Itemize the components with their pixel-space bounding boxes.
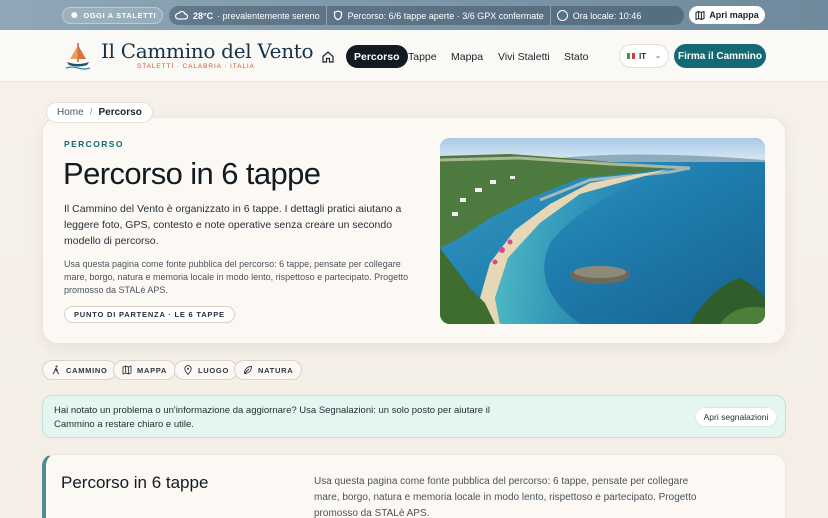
tag-luogo-label: LUOGO: [198, 365, 229, 375]
route-status: Percorso: 6/6 tappe aperte · 3/6 GPX con…: [325, 6, 550, 25]
local-time: Ora locale: 10:46: [549, 6, 648, 25]
map-icon: [122, 365, 132, 375]
tag-luogo[interactable]: LUOGO: [174, 360, 238, 380]
home-icon[interactable]: [321, 50, 335, 63]
breadcrumb: Home / Percorso: [46, 102, 153, 123]
section-body: Usa questa pagina come fonte pubblica de…: [314, 476, 697, 518]
language-select[interactable]: IT ⌄: [619, 44, 669, 68]
open-reports-button[interactable]: Apri segnalazioni: [695, 407, 777, 427]
walker-icon: [52, 365, 60, 375]
hero-body: Usa questa pagina come fonte pubblica de…: [64, 259, 409, 295]
language-label: IT: [639, 51, 647, 61]
top-status-bar: ✺ OGGI A STALETTI 28°C · prevalentemente…: [0, 0, 828, 30]
weather-temp: 28°C: [193, 10, 214, 21]
hero-lead: Il Cammino del Vento è organizzato in 6 …: [64, 203, 402, 247]
tag-natura[interactable]: NATURA: [234, 360, 303, 380]
site-header: Il Cammino del Vento STALETTÌ · CALABRIA…: [0, 30, 828, 82]
tag-mappa[interactable]: MAPPA: [113, 360, 177, 380]
sailboat-logo-icon[interactable]: [64, 41, 92, 71]
status-group: 28°C · prevalentemente sereno Percorso: …: [169, 6, 684, 25]
tag-cammino-label: CAMMINO: [66, 365, 108, 375]
route-section-card: Percorso in 6 tappe Usa questa pagina co…: [42, 454, 786, 518]
sign-cammino-button[interactable]: Firma il Cammino: [674, 44, 766, 68]
start-point-chip[interactable]: PUNTO DI PARTENZA · LE 6 TAPPE: [64, 306, 235, 323]
nav-tappe[interactable]: Tappe: [408, 45, 437, 68]
cloud-icon: [175, 11, 188, 20]
nav-percorso[interactable]: Percorso: [346, 45, 408, 68]
pin-icon: [184, 365, 192, 375]
brand-title[interactable]: Il Cammino del Vento: [101, 39, 314, 63]
tag-natura-label: NATURA: [258, 365, 294, 375]
today-badge[interactable]: ✺ OGGI A STALETTI: [62, 7, 163, 24]
shield-icon: [333, 10, 342, 21]
italy-flag-icon: [627, 53, 636, 59]
today-label: OGGI A STALETTI: [83, 11, 157, 20]
clock-icon: [556, 10, 568, 21]
local-time-text: Ora locale: 10:46: [572, 10, 642, 21]
coastline-photo: [440, 138, 765, 324]
nav-mappa[interactable]: Mappa: [451, 45, 483, 68]
breadcrumb-home[interactable]: Home: [57, 107, 84, 118]
breadcrumb-separator: /: [89, 107, 93, 118]
leaf-icon: [244, 366, 252, 374]
tag-cammino[interactable]: CAMMINO: [42, 360, 117, 380]
open-map-button[interactable]: Apri mappa: [689, 6, 765, 24]
nav-vivi-staletti[interactable]: Vivi Staletti: [498, 45, 550, 68]
report-banner: Hai notato un problema o un'informazione…: [42, 395, 786, 438]
open-map-label: Apri mappa: [709, 10, 759, 20]
route-status-text: Percorso: 6/6 tappe aperte · 3/6 GPX con…: [347, 10, 544, 21]
hero-card: PERCORSO Percorso in 6 tappe Il Cammino …: [42, 117, 786, 344]
weather-desc: · prevalentemente sereno: [217, 10, 320, 21]
page-title: Percorso in 6 tappe: [63, 156, 321, 191]
sun-icon: ✺: [71, 11, 79, 20]
nav-stato[interactable]: Stato: [564, 45, 589, 68]
report-banner-text: Hai notato un problema o un'informazione…: [54, 405, 490, 430]
map-icon: [695, 10, 705, 20]
breadcrumb-current: Percorso: [98, 107, 142, 118]
section-title: Percorso in 6 tappe: [61, 473, 209, 492]
weather-status: 28°C · prevalentemente sereno: [169, 6, 326, 25]
chevron-down-icon: ⌄: [655, 53, 661, 60]
tag-mappa-label: MAPPA: [137, 365, 168, 375]
hero-eyebrow: PERCORSO: [64, 139, 124, 149]
brand-subtitle: STALETTÌ · CALABRIA · ITALIA: [137, 63, 255, 70]
